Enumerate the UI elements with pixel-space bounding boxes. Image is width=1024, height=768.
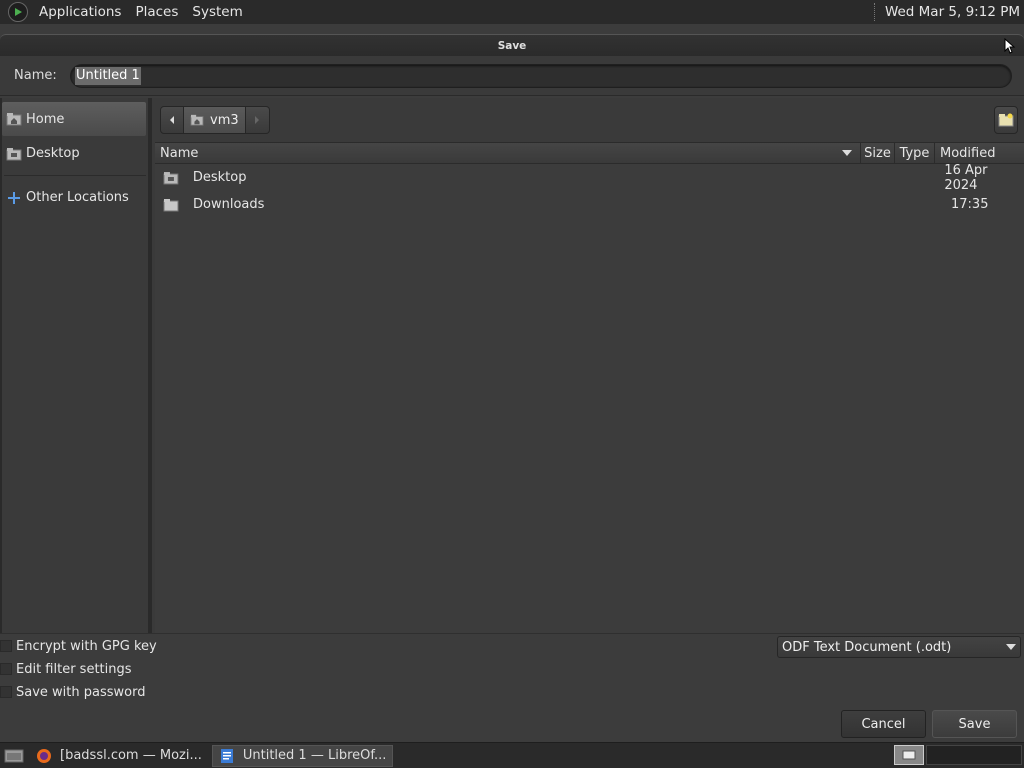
file-name: Downloads [193, 197, 265, 212]
show-desktop-button[interactable] [2, 746, 26, 766]
sort-down-icon [842, 150, 852, 156]
task-label: Untitled 1 — LibreOf... [242, 748, 387, 763]
edit-filter-option[interactable]: Edit filter settings [0, 659, 132, 679]
file-modified: 17:35 [951, 197, 989, 212]
sidebar-item-desktop[interactable]: Desktop [2, 136, 148, 171]
chevron-down-icon [1006, 644, 1016, 650]
name-row: Name: Untitled 1 [0, 56, 1024, 96]
desktop-folder-icon [6, 147, 22, 160]
show-desktop-icon [4, 749, 24, 762]
sidebar-item-label: Home [26, 111, 65, 127]
filename-value: Untitled 1 [75, 66, 141, 85]
task-firefox[interactable]: [badssl.com — Mozi... [30, 745, 208, 767]
chevron-left-icon [170, 116, 174, 124]
menu-system[interactable]: System [185, 4, 249, 20]
desktop-folder-icon [163, 171, 179, 184]
column-header-size[interactable]: Size [861, 143, 895, 163]
path-crumb-vm3[interactable]: vm3 [184, 106, 246, 134]
workspace-2[interactable] [926, 745, 1022, 765]
filename-input[interactable]: Untitled 1 [70, 63, 1012, 88]
clock[interactable]: Wed Mar 5, 9:12 PM [885, 4, 1020, 20]
path-crumb-label: vm3 [210, 112, 239, 128]
dialog-title: Save [497, 39, 527, 52]
file-name: Desktop [192, 170, 247, 185]
path-back-button[interactable] [160, 106, 184, 134]
task-label: [badssl.com — Mozi... [60, 748, 202, 763]
menu-logo-icon[interactable] [8, 2, 28, 22]
encrypt-checkbox[interactable] [0, 640, 12, 652]
file-browser: vm3 Name Size Type Modified Desktop 16 A… [152, 98, 1024, 633]
column-header-type[interactable]: Type [895, 143, 935, 163]
new-folder-button[interactable] [994, 106, 1018, 134]
file-row-downloads[interactable]: Downloads 17:35 [155, 191, 1024, 218]
file-list: Name Size Type Modified Desktop 16 Apr 2… [155, 142, 1024, 633]
top-panel: Applications Places System Wed Mar 5, 9:… [0, 0, 1024, 24]
menu-places[interactable]: Places [128, 4, 185, 20]
mouse-cursor-icon [1004, 38, 1016, 54]
file-type-value: ODF Text Document (.odt) [782, 639, 952, 655]
column-header-modified[interactable]: Modified [935, 143, 1024, 163]
encrypt-option[interactable]: Encrypt with GPG key [0, 636, 157, 656]
cancel-button[interactable]: Cancel [841, 710, 926, 738]
save-password-option[interactable]: Save with password [0, 682, 145, 702]
save-password-label: Save with password [16, 684, 146, 700]
chevron-right-icon [255, 116, 260, 124]
sidebar-item-label: Other Locations [26, 190, 129, 205]
save-dialog: Save Name: Untitled 1 Home Desktop Other… [0, 34, 1024, 742]
edit-filter-label: Edit filter settings [16, 661, 132, 677]
panel-separator [873, 3, 877, 21]
name-label: Name: [14, 68, 57, 83]
home-folder-icon [190, 114, 204, 126]
sidebar-divider [4, 175, 146, 176]
file-type-select[interactable]: ODF Text Document (.odt) [777, 636, 1021, 658]
encrypt-label: Encrypt with GPG key [16, 638, 157, 654]
home-folder-icon [6, 113, 22, 126]
sidebar-item-home[interactable]: Home [2, 102, 146, 136]
window-thumbnail-icon [902, 750, 916, 760]
taskbar: [badssl.com — Mozi... Untitled 1 — Libre… [0, 742, 1024, 768]
new-folder-icon [998, 113, 1014, 127]
firefox-icon [37, 748, 51, 763]
column-header-name[interactable]: Name [155, 143, 861, 163]
path-bar: vm3 [152, 98, 1024, 142]
menu-applications[interactable]: Applications [32, 4, 128, 20]
places-sidebar: Home Desktop Other Locations [0, 98, 152, 633]
dialog-titlebar[interactable]: Save [0, 34, 1024, 56]
task-libreoffice[interactable]: Untitled 1 — LibreOf... [211, 744, 394, 767]
save-options: Encrypt with GPG key Edit filter setting… [0, 633, 1024, 742]
file-modified: 16 Apr 2024 [944, 162, 988, 193]
writer-document-icon [220, 748, 233, 763]
save-button[interactable]: Save [932, 710, 1017, 738]
plus-icon [8, 191, 20, 204]
sidebar-item-label: Desktop [26, 146, 80, 161]
save-password-checkbox[interactable] [0, 686, 12, 698]
workspace-1[interactable] [894, 745, 924, 765]
file-row-desktop[interactable]: Desktop 16 Apr 2024 [155, 162, 1024, 193]
path-forward-button[interactable] [245, 106, 270, 134]
edit-filter-checkbox[interactable] [0, 663, 12, 675]
folder-icon [163, 198, 179, 211]
file-list-header: Name Size Type Modified [155, 142, 1024, 164]
sidebar-item-other-locations[interactable]: Other Locations [2, 180, 148, 215]
